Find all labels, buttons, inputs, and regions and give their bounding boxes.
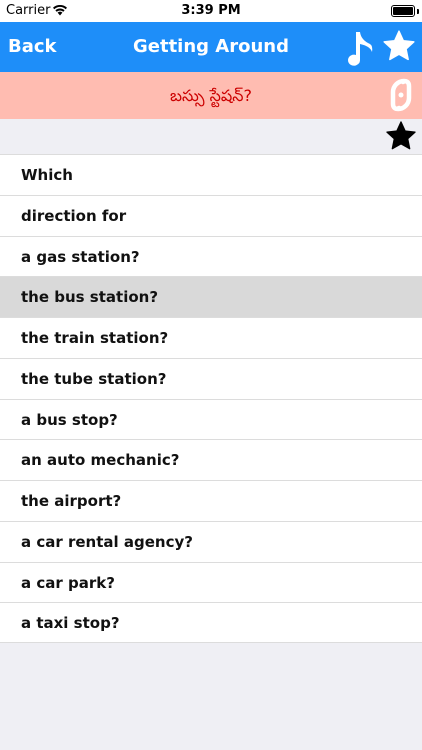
list-item-label: a taxi stop? bbox=[21, 614, 120, 633]
list-item[interactable]: the train station? bbox=[0, 317, 422, 358]
navigation-bar: Back Getting Around bbox=[0, 22, 422, 72]
battery-full-icon bbox=[391, 5, 415, 17]
battery-tip bbox=[417, 9, 419, 14]
toolbar-strip bbox=[0, 119, 422, 154]
list-item[interactable]: a car rental agency? bbox=[0, 520, 422, 562]
list-item-label: the airport? bbox=[21, 492, 122, 510]
status-time: 3:39 PM bbox=[181, 3, 241, 18]
list-item-label: direction for bbox=[21, 206, 127, 225]
phrase-list: Which direction for a gas station? the bus … bbox=[0, 154, 422, 643]
list-item-label: a gas station? bbox=[21, 247, 140, 266]
list-item-label: a car rental agency? bbox=[21, 532, 193, 551]
list-item-label: the tube station? bbox=[21, 369, 167, 388]
star-icon[interactable] bbox=[385, 119, 417, 153]
status-bar: Carrier 3:39 PM bbox=[0, 0, 422, 22]
list-item[interactable]: a taxi stop? bbox=[0, 602, 422, 643]
star-icon[interactable] bbox=[382, 29, 416, 63]
list-item-label: a car park? bbox=[21, 573, 115, 592]
speak-icon[interactable] bbox=[384, 78, 418, 112]
back-button[interactable]: Back bbox=[8, 22, 57, 72]
list-item-label: the bus station? bbox=[21, 288, 159, 307]
list-item-label: a bus stop? bbox=[21, 410, 118, 429]
translation-text: బస్సు స్టేషన్? bbox=[169, 86, 252, 105]
list-item[interactable]: the tube station? bbox=[0, 357, 422, 399]
list-item[interactable]: a bus stop? bbox=[0, 398, 422, 440]
list-item-label: an auto mechanic? bbox=[21, 451, 180, 470]
music-note-icon[interactable] bbox=[346, 28, 376, 68]
list-item[interactable]: Which bbox=[0, 154, 422, 195]
list-item-label: the train station? bbox=[21, 329, 169, 347]
list-item[interactable]: the airport? bbox=[0, 480, 422, 521]
list-item[interactable]: the bus station? bbox=[0, 276, 422, 317]
list-item[interactable]: a gas station? bbox=[0, 235, 422, 277]
list-item[interactable]: direction for bbox=[0, 194, 422, 236]
list-item[interactable]: a car park? bbox=[0, 561, 422, 603]
translation-bar: బస్సు స్టేషన్? bbox=[0, 72, 422, 119]
list-item-label: Which bbox=[21, 166, 73, 184]
list-item[interactable]: an auto mechanic? bbox=[0, 439, 422, 480]
